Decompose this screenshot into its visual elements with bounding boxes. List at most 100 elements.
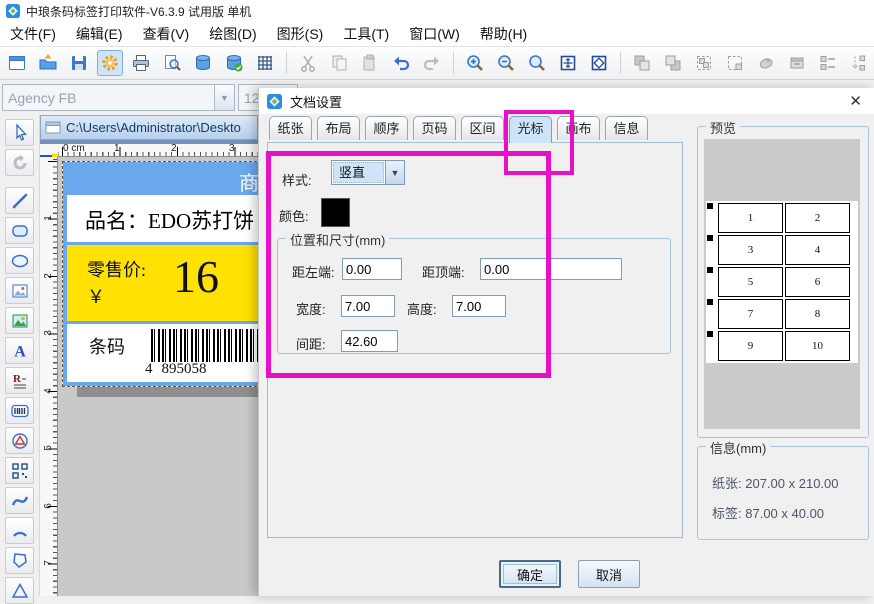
label-size-info: 标签: 87.00 x 40.00 xyxy=(712,503,824,522)
text-tool-button[interactable]: A xyxy=(5,337,34,364)
copy-button xyxy=(326,50,352,76)
database-connection-button[interactable] xyxy=(190,50,216,76)
barcode-digit-group: 895058 xyxy=(162,361,207,378)
preview-cell: 9 xyxy=(718,331,783,361)
top-distance-input[interactable] xyxy=(480,258,622,280)
send-to-back-button xyxy=(660,50,686,76)
color-label: 颜色: xyxy=(279,206,309,225)
menu-item-1[interactable]: 文件(F) xyxy=(0,22,66,46)
dialog-tab-6[interactable]: 光标 xyxy=(509,116,552,143)
dialog-tab-2[interactable]: 布局 xyxy=(317,116,360,140)
curve-tool-button[interactable] xyxy=(5,487,34,514)
page-shadow xyxy=(77,387,258,397)
spacing-input[interactable] xyxy=(341,330,398,352)
font-family-dropdown-icon[interactable]: ▼ xyxy=(214,85,234,110)
ruler-number: 2 xyxy=(171,143,177,154)
label-name-row[interactable]: 品名：EDO苏打饼 xyxy=(67,195,258,242)
dialog-tab-3[interactable]: 顺序 xyxy=(365,116,408,140)
rounded-rectangle-tool-button[interactable] xyxy=(5,217,34,244)
height-label: 高度: xyxy=(407,299,437,318)
rich-text-tool-button[interactable]: R xyxy=(5,367,34,394)
close-icon[interactable]: ✕ xyxy=(849,92,862,110)
svg-text:R: R xyxy=(13,373,22,385)
image-tool-button[interactable] xyxy=(5,277,34,304)
line-icon xyxy=(10,191,30,211)
zoom-tool-button[interactable] xyxy=(524,50,550,76)
line-tool-button[interactable] xyxy=(5,187,34,214)
zoom-out-button[interactable] xyxy=(493,50,519,76)
menu-item-3[interactable]: 查看(V) xyxy=(133,22,200,46)
select-tool-button[interactable] xyxy=(5,119,34,146)
triangle-tool-button[interactable] xyxy=(5,577,34,604)
arc-tool-button[interactable] xyxy=(5,517,34,544)
paper-size-info: 纸张: 207.00 x 210.00 xyxy=(712,473,839,492)
undo-button[interactable] xyxy=(388,50,414,76)
dialog-tab-5[interactable]: 区间 xyxy=(461,116,504,140)
top-distance-label: 距顶端: xyxy=(422,262,465,281)
height-input[interactable] xyxy=(452,295,506,317)
print-button[interactable] xyxy=(128,50,154,76)
redo-button xyxy=(419,50,445,76)
new-document-button[interactable] xyxy=(4,50,30,76)
preview-cell: 1 xyxy=(718,203,783,233)
label-barcode-row[interactable]: 条码 4 895058 xyxy=(67,324,258,382)
fit-selection-button[interactable] xyxy=(555,50,581,76)
ellipse-icon xyxy=(10,251,30,271)
preview-cell: 5 xyxy=(718,267,783,297)
grid-toggle-button[interactable] xyxy=(252,50,278,76)
dialog-tab-1[interactable]: 纸张 xyxy=(269,116,312,140)
font-family-combo[interactable]: Agency FB ▼ xyxy=(2,84,235,111)
rounded-rectangle-icon xyxy=(10,221,30,241)
dialog-tab-4[interactable]: 页码 xyxy=(413,116,456,140)
rotate-icon xyxy=(10,153,30,173)
qr-code-tool-button[interactable] xyxy=(5,457,34,484)
label-price-row[interactable]: 零售价: ￥ 16 xyxy=(67,245,258,321)
cursor-mark xyxy=(707,299,713,305)
barcode-tool-button[interactable] xyxy=(5,397,34,424)
group-icon xyxy=(694,53,714,73)
menu-item-4[interactable]: 绘图(D) xyxy=(199,22,266,46)
rotate-tool-button xyxy=(5,149,34,176)
ok-button[interactable]: 确定 xyxy=(499,560,561,588)
preview-cell: 7 xyxy=(718,299,783,329)
document-tab[interactable]: C:\Users\Administrator\Deskto xyxy=(40,115,258,140)
menu-item-2[interactable]: 编辑(E) xyxy=(66,22,133,46)
menu-item-8[interactable]: 帮助(H) xyxy=(470,22,537,46)
polygon-icon xyxy=(10,551,30,571)
ungroup-icon xyxy=(725,53,745,73)
fit-page-button[interactable] xyxy=(586,50,612,76)
cursor-color-swatch[interactable] xyxy=(321,198,350,227)
preview-label-grid: 12345678910 xyxy=(718,203,850,361)
ellipse-tool-button[interactable] xyxy=(5,247,34,274)
design-canvas[interactable]: 商 品名：EDO苏打饼 零售价: ￥ 16 条码 4 895058 xyxy=(58,157,258,596)
menu-item-7[interactable]: 窗口(W) xyxy=(399,22,470,46)
preview-page: 12345678910 xyxy=(706,201,858,363)
title-bar: 中琅条码标签打印软件-V6.3.9 试用版 单机 xyxy=(0,0,874,22)
database-import-button[interactable] xyxy=(221,50,247,76)
polygon-tool-button[interactable] xyxy=(5,547,34,574)
dialog-tab-7[interactable]: 画布 xyxy=(557,116,600,140)
dialog-tab-8[interactable]: 信息 xyxy=(605,116,648,140)
app-logo-icon xyxy=(6,4,20,18)
label-page[interactable]: 商 品名：EDO苏打饼 零售价: ￥ 16 条码 4 895058 xyxy=(62,161,258,387)
preview-cell: 10 xyxy=(785,331,850,361)
product-name-text: 品名：EDO苏打饼 xyxy=(85,205,254,235)
print-preview-button[interactable] xyxy=(159,50,185,76)
shape-tool-button[interactable] xyxy=(5,427,34,454)
width-input[interactable] xyxy=(341,295,395,317)
document-settings-button[interactable] xyxy=(97,50,123,76)
package-button xyxy=(784,50,810,76)
left-distance-input[interactable] xyxy=(342,258,402,280)
barcode-digits: 4 895058 xyxy=(145,361,207,378)
cursor-style-combo[interactable]: 竖直 ▼ xyxy=(331,160,405,185)
cancel-button[interactable]: 取消 xyxy=(578,560,640,588)
menu-item-5[interactable]: 图形(S) xyxy=(267,22,334,46)
zoom-in-button[interactable] xyxy=(462,50,488,76)
menu-item-6[interactable]: 工具(T) xyxy=(333,22,399,46)
zoom-out-icon xyxy=(496,53,516,73)
preview-cell: 4 xyxy=(785,235,850,265)
open-file-button[interactable] xyxy=(35,50,61,76)
picture-tool-button[interactable] xyxy=(5,307,34,334)
save-button[interactable] xyxy=(66,50,92,76)
style-dropdown-icon[interactable]: ▼ xyxy=(385,161,404,184)
